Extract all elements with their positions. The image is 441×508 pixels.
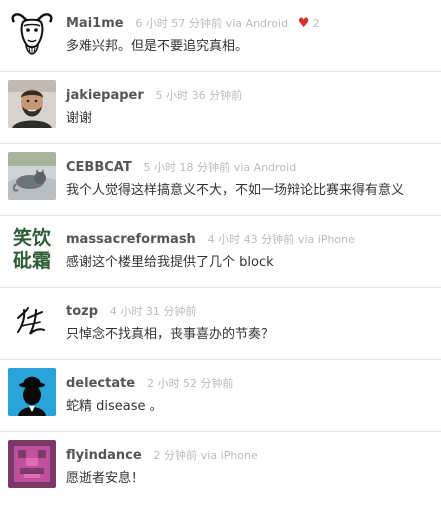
source-label: via Android	[225, 17, 289, 30]
bearded-man-icon	[8, 80, 56, 128]
timestamp: 5 小时 36 分钟前	[155, 89, 243, 102]
comment-text: 我个人觉得这样搞意义不大，不如一场辩论比赛来得有意义	[66, 183, 405, 198]
calligraphy-avatar[interactable]: 笑饮 砒霜	[8, 224, 56, 272]
comment-meta: CEBBCAT 5 小时 18 分钟前 via Android	[66, 158, 296, 177]
comment-text: 蛇精 disease 。	[66, 399, 163, 414]
cat-photo-icon	[8, 152, 56, 200]
avatar-text-line-2: 砒霜	[13, 250, 51, 272]
signature-avatar[interactable]	[8, 296, 56, 344]
timestamp: 4 小时 43 分钟前	[207, 233, 295, 246]
comment-item: jakiepaper 5 小时 36 分钟前 谢谢	[0, 72, 441, 144]
timestamp: 6 小时 57 分钟前	[135, 17, 222, 30]
comment-text: 多难兴邦。但是不要追究真相。	[66, 39, 249, 54]
comment-text: 只悼念不找真相，丧事喜办的节奏？	[66, 327, 275, 342]
signature-icon	[8, 296, 56, 344]
username-link[interactable]: CEBBCAT	[66, 160, 132, 175]
comment-item: Mai1me 6 小时 57 分钟前 via Android ♥ 2 多难兴邦。但…	[0, 0, 441, 72]
comment-text: 感谢这个楼里给我提供了几个 block	[66, 255, 274, 270]
timestamp: 5 小时 18 分钟前	[143, 161, 231, 174]
comment-item: flyindance 2 分钟前 via iPhone 愿逝者安息！	[0, 432, 441, 504]
bowler-hat-man-avatar[interactable]	[8, 368, 56, 416]
pixel-face-avatar[interactable]	[8, 440, 56, 488]
gnu-head-avatar[interactable]	[8, 8, 56, 56]
bearded-man-photo-avatar[interactable]	[8, 80, 56, 128]
grey-cat-photo-avatar[interactable]	[8, 152, 56, 200]
comment-meta: flyindance 2 分钟前 via iPhone	[66, 446, 258, 465]
username-link[interactable]: Mai1me	[66, 16, 124, 31]
bowler-hat-man-icon	[8, 368, 56, 416]
comment-meta: massacreformash 4 小时 43 分钟前 via iPhone	[66, 230, 355, 249]
username-link[interactable]: delectate	[66, 376, 135, 391]
comment-item: tozp 4 小时 31 分钟前 只悼念不找真相，丧事喜办的节奏？	[0, 288, 441, 360]
username-link[interactable]: flyindance	[66, 448, 142, 463]
comment-item: delectate 2 小时 52 分钟前 蛇精 disease 。	[0, 360, 441, 432]
pixel-face-icon	[8, 440, 56, 488]
timestamp: 2 分钟前	[153, 449, 198, 462]
avatar-text-line-1: 笑饮	[13, 226, 52, 249]
like-button[interactable]: ♥ 2	[297, 16, 320, 31]
comment-meta: tozp 4 小时 31 分钟前	[66, 302, 196, 321]
comment-meta: Mai1me 6 小时 57 分钟前 via Android ♥ 2	[66, 14, 320, 33]
username-link[interactable]: massacreformash	[66, 232, 196, 247]
source-label: via iPhone	[200, 449, 258, 462]
timestamp: 4 小时 31 分钟前	[109, 305, 197, 318]
like-count: 2	[312, 17, 320, 30]
timestamp: 2 小时 52 分钟前	[146, 377, 234, 390]
comment-meta: delectate 2 小时 52 分钟前	[66, 374, 233, 393]
gnu-head-icon	[8, 8, 56, 56]
comment-text: 愿逝者安息！	[66, 471, 145, 486]
username-link[interactable]: jakiepaper	[66, 88, 144, 103]
comment-item: 笑饮 砒霜 massacreformash 4 小时 43 分钟前 via iP…	[0, 216, 441, 288]
username-link[interactable]: tozp	[66, 304, 98, 319]
comment-text: 谢谢	[66, 111, 93, 126]
comment-meta: jakiepaper 5 小时 36 分钟前	[66, 86, 242, 105]
source-label: via iPhone	[297, 233, 355, 246]
comment-item: CEBBCAT 5 小时 18 分钟前 via Android 我个人觉得这样搞…	[0, 144, 441, 216]
source-label: via Android	[233, 161, 297, 174]
heart-icon: ♥	[297, 16, 310, 31]
comment-feed: Mai1me 6 小时 57 分钟前 via Android ♥ 2 多难兴邦。但…	[0, 0, 441, 508]
calligraphy-icon: 笑饮 砒霜	[8, 224, 56, 272]
